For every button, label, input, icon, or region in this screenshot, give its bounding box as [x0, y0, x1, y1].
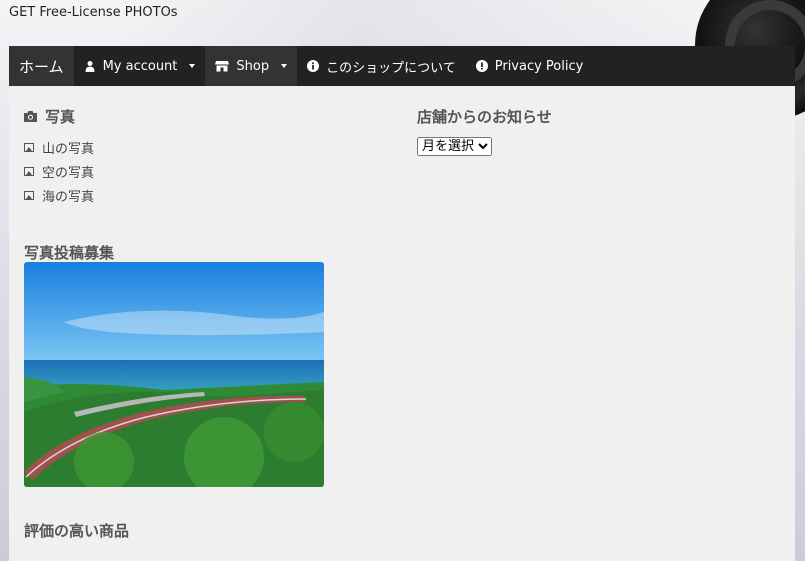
chevron-down-icon — [281, 64, 288, 68]
photo-submission-title: 写真投稿募集 — [24, 244, 115, 262]
category-widget-title: 写真 — [24, 106, 384, 127]
top-rated-title: 評価の高い商品 — [24, 522, 130, 540]
nav-my-account-label: My account — [102, 58, 178, 74]
nav-shop[interactable]: Shop — [205, 46, 298, 86]
archive-select-wrap: 月を選択 — [417, 135, 777, 156]
main-navbar: ホーム My account Shop このショップについて Privacy P… — [9, 46, 795, 86]
store-icon — [215, 60, 230, 72]
info-icon — [307, 60, 320, 72]
nav-home[interactable]: ホーム — [9, 46, 74, 86]
category-item-mountain[interactable]: 山の写真 — [24, 135, 384, 159]
photo-submission-image[interactable] — [24, 262, 324, 487]
category-title-text: 写真 — [45, 108, 76, 126]
archive-month-select[interactable]: 月を選択 — [417, 137, 492, 156]
nav-home-label: ホーム — [19, 57, 64, 76]
image-icon — [24, 142, 34, 152]
nav-privacy-policy[interactable]: Privacy Policy — [466, 46, 594, 86]
nav-my-account[interactable]: My account — [74, 46, 206, 86]
category-list: 山の写真 空の写真 海の写真 — [24, 135, 384, 207]
notices-title: 店舗からのお知らせ — [417, 108, 552, 126]
notices-widget: 店舗からのお知らせ 月を選択 — [417, 106, 777, 156]
category-item-sea[interactable]: 海の写真 — [24, 183, 384, 207]
image-icon — [24, 166, 34, 176]
header-background-streak — [120, 0, 720, 46]
site-title[interactable]: GET Free-License PHOTOs — [9, 5, 178, 20]
user-icon — [84, 60, 96, 72]
nav-about-shop-label: このショップについて — [326, 60, 456, 76]
nav-about-shop[interactable]: このショップについて — [297, 46, 466, 86]
nav-privacy-policy-label: Privacy Policy — [494, 58, 584, 74]
camera-icon — [24, 108, 37, 126]
category-item-sky[interactable]: 空の写真 — [24, 159, 384, 183]
alert-icon — [475, 60, 488, 72]
category-item-label: 海の写真 — [42, 189, 95, 205]
category-item-label: 山の写真 — [42, 141, 95, 157]
chevron-down-icon — [189, 64, 196, 68]
category-widget: 写真 山の写真 空の写真 海の写真 写真投稿募集 — [24, 106, 384, 263]
category-item-label: 空の写真 — [42, 165, 95, 181]
image-icon — [24, 190, 34, 200]
nav-shop-label: Shop — [236, 58, 270, 74]
main-content: 写真 山の写真 空の写真 海の写真 写真投稿募集 店舗からのお知らせ 月を選択 … — [9, 86, 795, 561]
